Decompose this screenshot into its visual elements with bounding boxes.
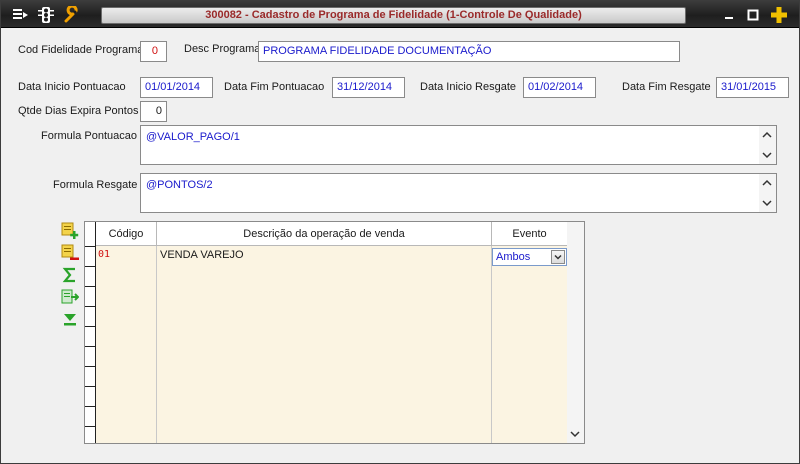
- data-fim-pont-label: Data Fim Pontuacao: [224, 81, 325, 93]
- formula-pont-scrollbar[interactable]: [759, 126, 776, 164]
- operations-grid[interactable]: Código Descrição da operação de venda Ev…: [84, 221, 585, 444]
- data-inicio-resg-field[interactable]: 01/02/2014: [523, 77, 596, 98]
- cod-label: Cod Fidelidade Programa: [18, 44, 144, 56]
- col-divider: [491, 246, 492, 443]
- scroll-up-icon: [762, 179, 772, 186]
- data-inicio-resg-label: Data Inicio Resgate: [420, 81, 516, 93]
- gutter-line: [85, 426, 96, 427]
- gutter-line: [85, 326, 96, 327]
- formula-pont-label: Formula Pontuacao: [41, 130, 137, 142]
- menu-icon[interactable]: [11, 6, 29, 24]
- window-title: 300082 - Cadastro de Programa de Fidelid…: [101, 7, 686, 24]
- grid-row-gutter: [85, 222, 96, 443]
- gutter-line: [85, 406, 96, 407]
- formula-resg-field[interactable]: @PONTOS/2: [140, 173, 777, 213]
- gutter-line: [85, 346, 96, 347]
- formula-resg-scrollbar[interactable]: [759, 174, 776, 212]
- desc-label: Desc Programa: [184, 43, 261, 55]
- delete-row-icon[interactable]: [61, 244, 79, 262]
- title-bar: 300082 - Cadastro de Programa de Fidelid…: [1, 1, 799, 28]
- evento-select[interactable]: Ambos: [492, 248, 567, 266]
- data-fim-pont-field[interactable]: 31/12/2014: [332, 77, 405, 98]
- formula-pont-field[interactable]: @VALOR_PAGO/1: [140, 125, 777, 165]
- cod-field[interactable]: 0: [140, 41, 167, 62]
- export-icon[interactable]: [61, 288, 80, 306]
- data-inicio-pont-field[interactable]: 01/01/2014: [140, 77, 213, 98]
- scroll-down-icon: [762, 200, 772, 207]
- col-divider: [156, 246, 157, 443]
- scroll-down-icon: [570, 431, 580, 438]
- col-header-codigo[interactable]: Código: [96, 222, 157, 246]
- qtde-dias-label: Qtde Dias Expira Pontos: [18, 105, 139, 117]
- gutter-line: [85, 306, 96, 307]
- gutter-line: [85, 266, 96, 267]
- wrench-icon[interactable]: [63, 4, 81, 24]
- grid-body: Código Descrição da operação de venda Ev…: [96, 222, 568, 443]
- formula-pont-text: @VALOR_PAGO/1: [146, 131, 240, 143]
- col-header-evento[interactable]: Evento: [492, 222, 568, 246]
- grid-scrollbar[interactable]: [567, 222, 584, 443]
- data-inicio-pont-label: Data Inicio Pontuacao: [18, 81, 126, 93]
- gutter-line: [85, 386, 96, 387]
- gutter-line: [85, 246, 96, 247]
- chevron-down-icon[interactable]: [551, 250, 565, 264]
- formula-resg-label: Formula Resgate: [53, 179, 138, 191]
- sum-icon[interactable]: [61, 266, 79, 284]
- evento-value: Ambos: [496, 251, 531, 263]
- col-header-descricao[interactable]: Descrição da operação de venda: [157, 222, 492, 246]
- maximize-icon[interactable]: [745, 7, 761, 23]
- gutter-line: [85, 366, 96, 367]
- cell-descricao[interactable]: VENDA VAREJO: [160, 249, 244, 261]
- minimize-icon[interactable]: [721, 7, 737, 23]
- data-fim-resg-label: Data Fim Resgate: [622, 81, 711, 93]
- scroll-down-icon: [762, 152, 772, 159]
- add-row-icon[interactable]: [61, 222, 79, 240]
- cell-codigo[interactable]: 01: [98, 249, 110, 260]
- move-down-icon[interactable]: [61, 310, 79, 328]
- scroll-up-icon: [762, 131, 772, 138]
- formula-resg-text: @PONTOS/2: [146, 179, 213, 191]
- data-fim-resg-field[interactable]: 31/01/2015: [716, 77, 789, 98]
- desc-field[interactable]: PROGRAMA FIDELIDADE DOCUMENTAÇÃO: [258, 41, 680, 62]
- window: 300082 - Cadastro de Programa de Fidelid…: [0, 0, 800, 464]
- qtde-dias-field[interactable]: 0: [140, 101, 167, 122]
- plus-icon[interactable]: [769, 5, 789, 25]
- gutter-line: [85, 286, 96, 287]
- traffic-light-icon[interactable]: [37, 6, 55, 24]
